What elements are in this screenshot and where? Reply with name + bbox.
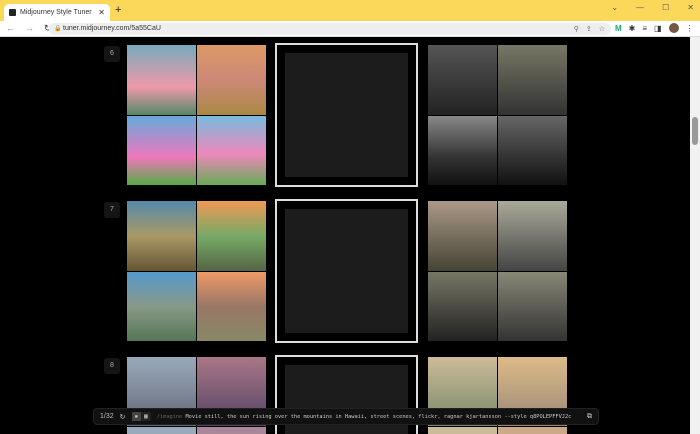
single-view-icon[interactable]: ▪ xyxy=(131,412,142,421)
tuner-content: 6 7 8 xyxy=(0,37,690,434)
row-number: 8 xyxy=(104,358,120,374)
option-a-image-grid[interactable] xyxy=(127,201,266,341)
menu-kebab-icon[interactable]: ⋮ xyxy=(686,24,694,33)
url-input[interactable]: 🔒 tuner.midjourney.com/5a55CaU ⚲ ⇪ ☆ xyxy=(49,23,611,35)
prompt-text: Movie still, the sun rising over the mou… xyxy=(185,413,572,420)
back-button[interactable]: ← xyxy=(6,23,15,34)
media-icon[interactable]: ≡ xyxy=(642,24,647,33)
forward-button[interactable]: → xyxy=(25,23,34,34)
page-counter: 1/32 xyxy=(100,413,114,420)
extensions-puzzle-icon[interactable]: ✱ xyxy=(629,24,636,33)
address-bar-row: ← → ↻ 🔒 tuner.midjourney.com/5a55CaU ⚲ ⇪ ☆ M ✱… xyxy=(0,21,700,37)
lock-icon: 🔒 xyxy=(54,26,62,32)
option-a-image-grid[interactable] xyxy=(127,45,266,185)
option-b-placeholder[interactable] xyxy=(275,43,418,187)
comparison-row: 7 xyxy=(0,193,690,343)
tab-bar: Midjourney Style Tuner ✕ + ⌄ — ☐ ✕ xyxy=(0,0,700,21)
url-text: tuner.midjourney.com/5a55CaU xyxy=(63,25,161,32)
comparison-row: 6 xyxy=(0,37,690,187)
prompt-bar: 1/32 ↻ ▪ ▦ /imagine Movie still, the sun … xyxy=(93,408,599,425)
side-panel-icon[interactable]: ◨ xyxy=(654,24,662,33)
close-tab-icon[interactable]: ✕ xyxy=(98,8,105,17)
bookmark-star-icon[interactable]: ☆ xyxy=(599,25,605,33)
scrollbar-thumb[interactable] xyxy=(692,117,698,145)
favicon-icon xyxy=(9,9,16,16)
option-c-image-grid[interactable] xyxy=(428,45,567,185)
browser-tab[interactable]: Midjourney Style Tuner ✕ xyxy=(4,4,110,21)
maximize-button[interactable]: ☐ xyxy=(662,3,669,12)
profile-avatar[interactable] xyxy=(668,23,679,33)
prompt-prefix: /imagine xyxy=(156,413,183,420)
tab-title: Midjourney Style Tuner xyxy=(20,9,92,16)
view-toggle[interactable]: ▪ ▦ xyxy=(131,412,151,421)
page-scrollbar[interactable] xyxy=(690,37,700,434)
midjourney-extension-icon[interactable]: M xyxy=(615,24,622,33)
row-number: 7 xyxy=(104,202,120,218)
option-c-image-grid[interactable] xyxy=(428,201,567,341)
copy-icon[interactable]: ⧉ xyxy=(587,412,592,421)
minimize-button[interactable]: — xyxy=(636,3,644,12)
option-b-placeholder[interactable] xyxy=(275,199,418,343)
share-icon[interactable]: ⇪ xyxy=(586,25,592,33)
refresh-icon[interactable]: ↻ xyxy=(120,413,126,421)
new-tab-button[interactable]: + xyxy=(115,4,121,16)
row-number: 6 xyxy=(104,46,120,62)
close-window-button[interactable]: ✕ xyxy=(687,3,694,12)
grid-view-icon[interactable]: ▦ xyxy=(141,412,151,421)
tab-search-icon[interactable]: ⌄ xyxy=(611,3,618,12)
zoom-icon[interactable]: ⚲ xyxy=(574,25,579,33)
